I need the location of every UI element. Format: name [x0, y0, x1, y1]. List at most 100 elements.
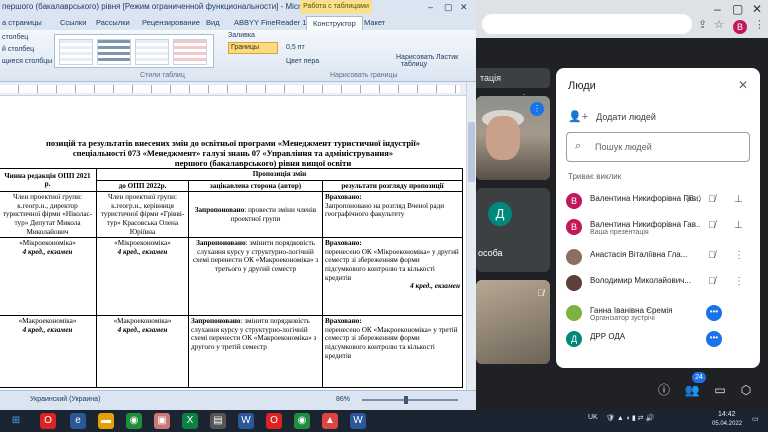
- cell-bold: Запропоновано: [196, 239, 246, 248]
- line-weight-select[interactable]: 0,5 пт: [286, 44, 305, 51]
- presentation-chip[interactable]: тація презентація: [476, 68, 550, 103]
- maximize-icon[interactable]: ▢: [732, 2, 743, 16]
- table-style-3[interactable]: [135, 39, 169, 65]
- more-options-button[interactable]: •••: [706, 305, 722, 321]
- pin-icon[interactable]: ⊥: [734, 220, 743, 231]
- participant-tile-d[interactable]: Д особа: [476, 188, 550, 272]
- participant-row[interactable]: Ганна Іванівна Єремія Організатор зустрі…: [566, 302, 754, 326]
- add-people-button[interactable]: 👤+ Додати людей: [568, 110, 656, 123]
- group-draw-borders: Нарисовать границы: [330, 72, 398, 79]
- table-styles-gallery[interactable]: [54, 34, 214, 68]
- notifications-icon[interactable]: ▭: [752, 415, 759, 423]
- excel-icon[interactable]: X: [182, 413, 198, 429]
- app-icon-1[interactable]: ▣: [154, 413, 170, 429]
- tab-references[interactable]: Ссылки: [60, 16, 86, 30]
- participant-name: ДРР ОДА: [590, 332, 626, 341]
- participant-row[interactable]: В Валентина Никифорівна Гав... Ваша през…: [566, 216, 754, 240]
- tab-abbyy[interactable]: ABBYY FineReader 12: [234, 16, 311, 30]
- tray-icons[interactable]: 🛡 ▲ ◖ ▮ ⇄ 🔊: [606, 414, 654, 422]
- more-options-icon[interactable]: ⋮: [734, 250, 744, 261]
- folder-icon[interactable]: ▬: [98, 413, 114, 429]
- activities-icon[interactable]: ⬡: [738, 382, 754, 398]
- mic-off-icon[interactable]: 🎙̸: [708, 276, 716, 287]
- search-people-input[interactable]: ⌕ Пошук людей: [566, 132, 750, 162]
- share-icon[interactable]: ⇪: [698, 18, 707, 31]
- participant-video-tile[interactable]: ⋮: [476, 96, 550, 180]
- mic-off-icon[interactable]: 🎙̸: [708, 250, 716, 261]
- tab-view[interactable]: Вид: [206, 16, 220, 30]
- zoom-slider[interactable]: [362, 399, 458, 401]
- more-options-icon[interactable]: ⋮: [734, 276, 744, 287]
- clock-date[interactable]: 05.04.2022: [712, 421, 742, 427]
- banded-columns-option[interactable]: щиеся столбцы: [2, 58, 52, 65]
- last-column-option[interactable]: й столбец: [2, 46, 34, 53]
- zoom-slider-knob[interactable]: [404, 396, 408, 404]
- participant-avatar: [566, 275, 582, 291]
- opera-icon-2[interactable]: O: [266, 413, 282, 429]
- minimize-icon[interactable]: –: [714, 2, 721, 16]
- app-icon-2[interactable]: ▤: [210, 413, 226, 429]
- header-column-option[interactable]: столбец: [2, 34, 28, 41]
- changes-table[interactable]: Чинна редакція ОПП 2021 р. Пропозиція зм…: [0, 167, 463, 389]
- language-indicator[interactable]: Украинский (Украина): [30, 396, 100, 403]
- horizontal-ruler[interactable]: [0, 82, 466, 96]
- word-window: першого (бакалаврського) рівня [Режим ог…: [0, 0, 476, 410]
- participant-row[interactable]: Анастасія Віталіївна Гла... 🎙̸ ⋮: [566, 246, 754, 270]
- cell-credit: 4 кред., екзамен: [22, 325, 73, 334]
- word-close-icon[interactable]: ✕: [460, 0, 468, 14]
- tab-layout[interactable]: Макет: [364, 16, 385, 30]
- app-icon-3[interactable]: ▲: [322, 413, 338, 429]
- word-maximize-icon[interactable]: ▢: [444, 0, 453, 14]
- mic-off-icon[interactable]: 🎙̸: [708, 194, 716, 205]
- vertical-scrollbar[interactable]: [466, 82, 476, 390]
- tab-mailings[interactable]: Рассылки: [96, 16, 130, 30]
- word-icon-2[interactable]: W: [350, 413, 366, 429]
- table-style-4[interactable]: [173, 39, 207, 65]
- shading-button[interactable]: Заливка: [228, 32, 255, 39]
- menu-dots-icon[interactable]: ⋮: [754, 18, 765, 31]
- cell: «Мікроекономіка» 4 кред., екзамен: [0, 237, 97, 317]
- participant-row[interactable]: Володимир Миколайович... 🎙̸ ⋮: [566, 272, 754, 296]
- more-options-button[interactable]: •••: [706, 331, 722, 347]
- cell: Запропоновано: змінити порядковість слух…: [188, 315, 323, 389]
- chrome-icon[interactable]: ◉: [126, 413, 142, 429]
- draw-table-button[interactable]: Нарисовать таблицу: [396, 54, 434, 68]
- cell-bold: Враховано:: [325, 239, 362, 248]
- participant-name: Валентина Никифорівна Гав...: [590, 220, 700, 229]
- scroll-thumb[interactable]: [468, 122, 475, 182]
- pin-icon[interactable]: ⊥: [734, 194, 743, 205]
- zoom-level[interactable]: 86%: [336, 396, 350, 403]
- start-icon[interactable]: ⊞: [8, 413, 24, 429]
- table-style-2[interactable]: [97, 39, 131, 65]
- participant-row[interactable]: В Валентина Никифорівна Гав... (Ви) 🎙̸ ⊥: [566, 190, 754, 214]
- participant-video-tile-room[interactable]: 🎙̸: [476, 280, 550, 364]
- eraser-button[interactable]: Ластик: [436, 54, 458, 61]
- tab-review[interactable]: Рецензирование: [142, 16, 200, 30]
- chat-icon[interactable]: ▭: [712, 382, 728, 398]
- info-icon[interactable]: ⓘ: [656, 382, 672, 398]
- explorer-icon[interactable]: e: [70, 413, 86, 429]
- opera-icon[interactable]: O: [40, 413, 56, 429]
- address-bar[interactable]: [482, 14, 692, 34]
- clock-time[interactable]: 14:42: [718, 411, 736, 418]
- borders-button[interactable]: Границы: [228, 42, 278, 54]
- participant-avatar: Д: [488, 202, 512, 226]
- keyboard-language[interactable]: UK: [588, 414, 598, 421]
- people-icon[interactable]: 👥: [684, 382, 700, 398]
- word-taskbar-icon[interactable]: W: [238, 413, 254, 429]
- profile-avatar[interactable]: В: [733, 20, 747, 34]
- pen-color-button[interactable]: Цвет пера: [286, 58, 319, 65]
- close-icon[interactable]: ✕: [752, 2, 762, 16]
- mic-off-icon[interactable]: 🎙̸: [708, 220, 716, 231]
- close-panel-icon[interactable]: ✕: [738, 78, 748, 92]
- table-style-1[interactable]: [59, 39, 93, 65]
- table-row: Член проектної групи: к.геогр.н., директ…: [0, 191, 463, 239]
- participant-row[interactable]: Д ДРР ОДА •••: [566, 328, 754, 352]
- cell-text: «Макроекономіка»: [113, 317, 172, 326]
- chrome-icon-2[interactable]: ◉: [294, 413, 310, 429]
- tab-page-layout[interactable]: а страницы: [2, 16, 42, 30]
- star-icon[interactable]: ☆: [714, 18, 724, 31]
- document-page[interactable]: позицій та результатів внесених змін до …: [0, 96, 466, 390]
- word-minimize-icon[interactable]: –: [428, 0, 433, 14]
- tab-design[interactable]: Конструктор: [306, 16, 363, 30]
